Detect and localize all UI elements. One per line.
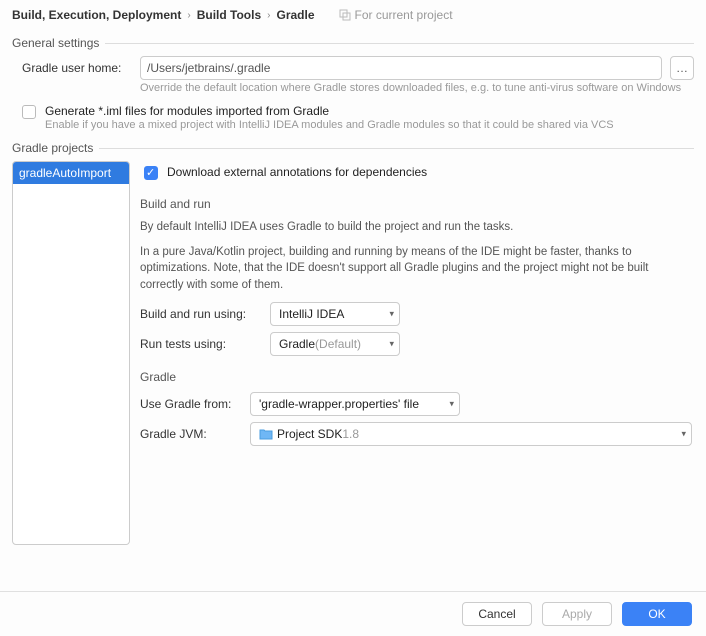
cancel-button[interactable]: Cancel	[462, 602, 532, 626]
gradle-home-label: Gradle user home:	[22, 61, 132, 75]
download-annotations-label: Download external annotations for depend…	[167, 165, 427, 179]
chevron-down-icon: ▾	[389, 308, 394, 319]
chevron-right-icon: ›	[187, 10, 190, 21]
use-gradle-from-label: Use Gradle from:	[140, 397, 240, 411]
chevron-right-icon: ›	[267, 10, 270, 21]
generate-iml-label: Generate *.iml files for modules importe…	[45, 104, 614, 118]
copy-icon	[339, 9, 351, 21]
tests-using-select[interactable]: Gradle (Default) ▾	[270, 332, 400, 356]
build-using-label: Build and run using:	[140, 307, 260, 321]
general-settings-title: General settings	[12, 36, 694, 50]
chevron-down-icon: ▾	[449, 398, 454, 409]
build-and-run-title: Build and run	[140, 197, 692, 211]
chevron-down-icon: ▾	[389, 338, 394, 349]
generate-iml-checkbox[interactable]	[22, 105, 36, 119]
browse-button[interactable]: …	[670, 56, 694, 80]
gradle-home-input[interactable]	[140, 56, 662, 80]
tests-using-label: Run tests using:	[140, 337, 260, 351]
gradle-jvm-label: Gradle JVM:	[140, 427, 240, 441]
gradle-home-hint: Override the default location where Grad…	[140, 82, 694, 94]
apply-button[interactable]: Apply	[542, 602, 612, 626]
crumb-2: Build Tools	[197, 8, 261, 22]
dialog-button-bar: Cancel Apply OK	[0, 591, 706, 636]
folder-icon	[259, 427, 277, 441]
crumb-1: Build, Execution, Deployment	[12, 8, 181, 22]
generate-iml-hint: Enable if you have a mixed project with …	[45, 119, 614, 131]
chevron-down-icon: ▾	[681, 428, 686, 439]
gradle-section-title: Gradle	[140, 370, 692, 384]
list-item[interactable]: gradleAutoImport	[13, 162, 129, 184]
gradle-jvm-select[interactable]: Project SDK 1.8 ▾	[250, 422, 692, 446]
build-run-desc2: In a pure Java/Kotlin project, building …	[140, 244, 692, 294]
project-scope-hint: For current project	[339, 8, 453, 22]
gradle-projects-title: Gradle projects	[12, 141, 694, 155]
download-annotations-checkbox[interactable]	[144, 166, 158, 180]
ok-button[interactable]: OK	[622, 602, 692, 626]
build-using-select[interactable]: IntelliJ IDEA ▾	[270, 302, 400, 326]
breadcrumb: Build, Execution, Deployment › Build Too…	[0, 0, 706, 28]
project-list[interactable]: gradleAutoImport	[12, 161, 130, 545]
build-run-desc1: By default IntelliJ IDEA uses Gradle to …	[140, 219, 692, 236]
crumb-3: Gradle	[276, 8, 314, 22]
use-gradle-from-select[interactable]: 'gradle-wrapper.properties' file ▾	[250, 392, 460, 416]
